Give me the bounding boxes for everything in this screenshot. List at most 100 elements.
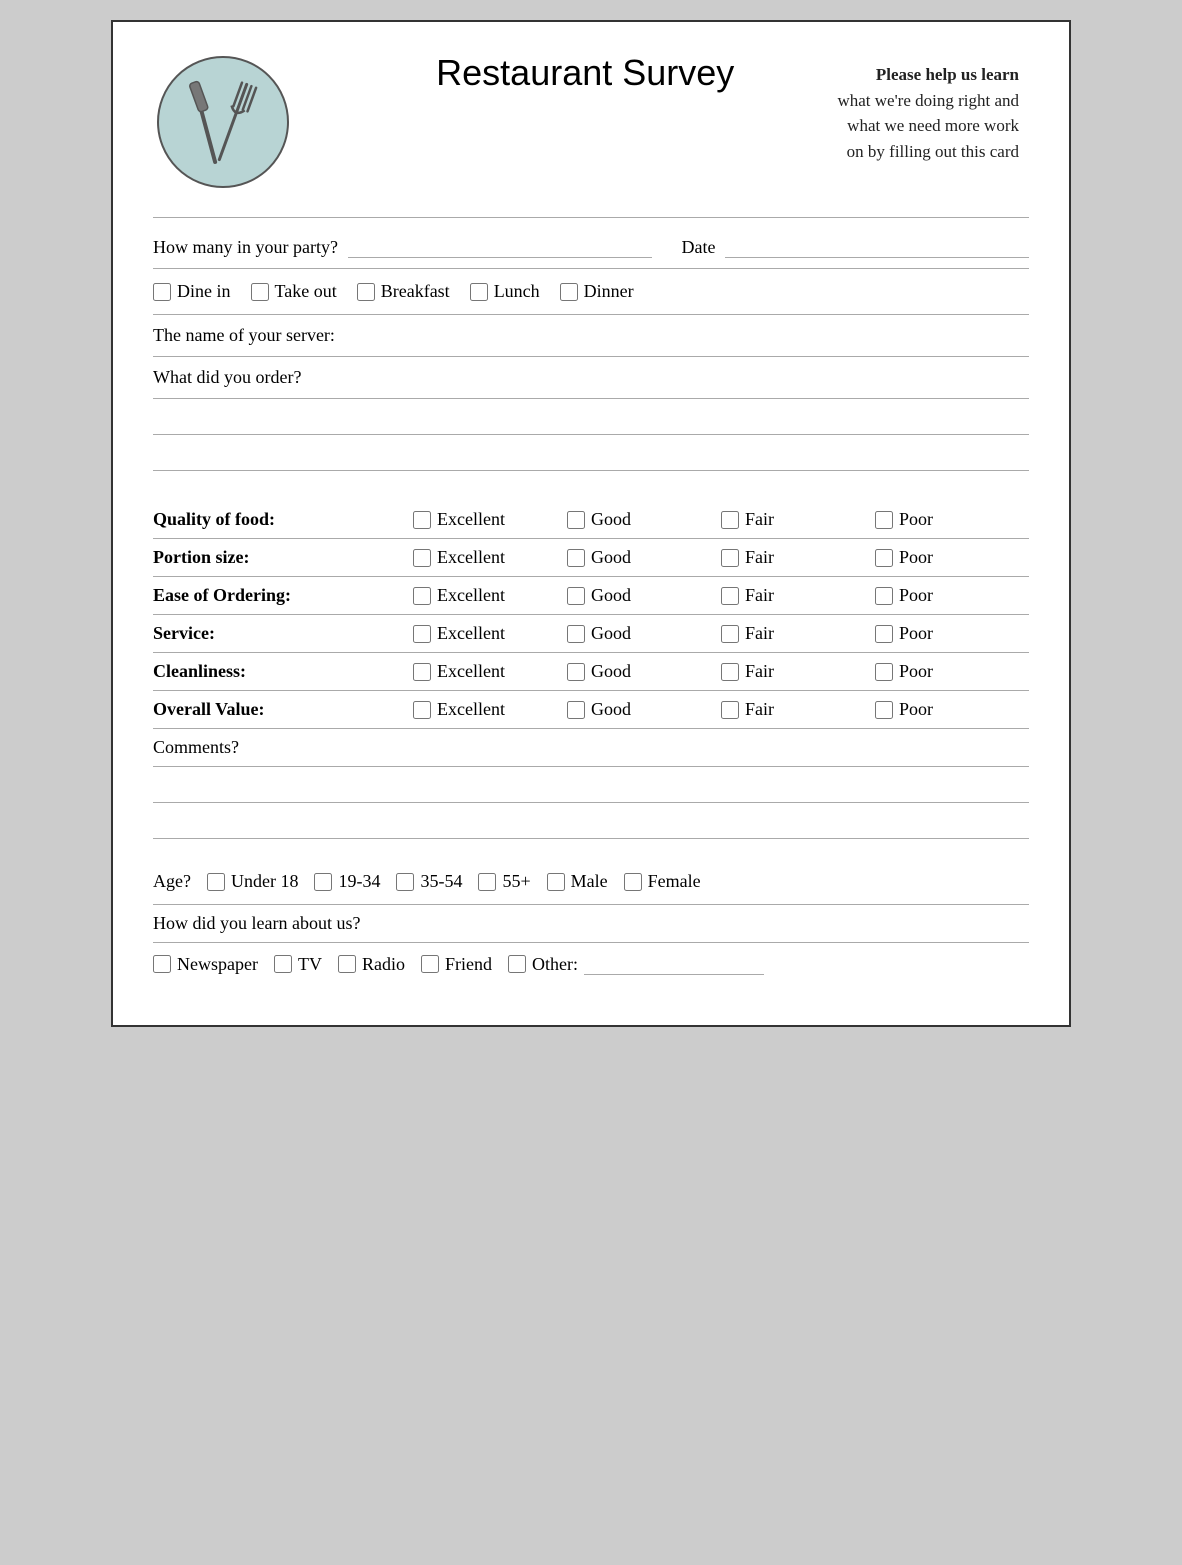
gender-female[interactable]: Female (624, 871, 701, 892)
party-date-row: How many in your party? Date (153, 226, 1029, 269)
ordering-fair-cb[interactable] (721, 587, 739, 605)
ordering-poor-cb[interactable] (875, 587, 893, 605)
learn-input[interactable] (370, 913, 1029, 934)
cb-take-out-input[interactable] (251, 283, 269, 301)
portion-good-cb[interactable] (567, 549, 585, 567)
rating-portion-options: Excellent Good Fair Poor (413, 547, 1029, 568)
portion-fair[interactable]: Fair (721, 547, 875, 568)
age-35-54[interactable]: 35-54 (396, 871, 462, 892)
service-good[interactable]: Good (567, 623, 721, 644)
clean-fair-cb[interactable] (721, 663, 739, 681)
tagline-area: Please help us learn what we're doing ri… (837, 52, 1029, 164)
rating-portion-label: Portion size: (153, 547, 413, 568)
ordering-excellent[interactable]: Excellent (413, 585, 567, 606)
age-19-34[interactable]: 19-34 (314, 871, 380, 892)
ordering-poor[interactable]: Poor (875, 585, 1029, 606)
food-excellent-cb[interactable] (413, 511, 431, 529)
source-friend-cb[interactable] (421, 955, 439, 973)
source-other-input[interactable] (584, 953, 764, 975)
source-newspaper[interactable]: Newspaper (153, 954, 258, 975)
value-poor-cb[interactable] (875, 701, 893, 719)
service-fair-cb[interactable] (721, 625, 739, 643)
rating-service-label: Service: (153, 623, 413, 644)
food-poor[interactable]: Poor (875, 509, 1029, 530)
value-excellent-cb[interactable] (413, 701, 431, 719)
food-poor-cb[interactable] (875, 511, 893, 529)
ordering-good-cb[interactable] (567, 587, 585, 605)
clean-poor-cb[interactable] (875, 663, 893, 681)
clean-good-cb[interactable] (567, 663, 585, 681)
gender-male[interactable]: Male (547, 871, 608, 892)
source-friend[interactable]: Friend (421, 954, 492, 975)
cb-dinner[interactable]: Dinner (560, 281, 634, 302)
value-fair-cb[interactable] (721, 701, 739, 719)
blank-line-2 (153, 435, 1029, 471)
clean-excellent-cb[interactable] (413, 663, 431, 681)
age-19-34-cb[interactable] (314, 873, 332, 891)
party-input[interactable] (348, 236, 652, 258)
cb-breakfast[interactable]: Breakfast (357, 281, 450, 302)
service-excellent-cb[interactable] (413, 625, 431, 643)
clean-excellent[interactable]: Excellent (413, 661, 567, 682)
source-newspaper-label: Newspaper (177, 954, 258, 975)
cb-breakfast-input[interactable] (357, 283, 375, 301)
clean-poor[interactable]: Poor (875, 661, 1029, 682)
cb-dinner-input[interactable] (560, 283, 578, 301)
gender-male-cb[interactable] (547, 873, 565, 891)
order-label: What did you order? (153, 367, 301, 388)
ordering-fair[interactable]: Fair (721, 585, 875, 606)
age-under18[interactable]: Under 18 (207, 871, 298, 892)
age-35-54-cb[interactable] (396, 873, 414, 891)
comments-row: Comments? (153, 729, 1029, 767)
service-poor[interactable]: Poor (875, 623, 1029, 644)
ordering-good[interactable]: Good (567, 585, 721, 606)
gender-female-cb[interactable] (624, 873, 642, 891)
age-55plus[interactable]: 55+ (478, 871, 530, 892)
rating-value: Overall Value: Excellent Good Fair Poor (153, 691, 1029, 729)
cb-take-out[interactable]: Take out (251, 281, 337, 302)
food-good-cb[interactable] (567, 511, 585, 529)
source-newspaper-cb[interactable] (153, 955, 171, 973)
food-fair[interactable]: Fair (721, 509, 875, 530)
cb-dine-in-input[interactable] (153, 283, 171, 301)
portion-excellent[interactable]: Excellent (413, 547, 567, 568)
portion-good[interactable]: Good (567, 547, 721, 568)
comments-input[interactable] (249, 737, 1029, 758)
rating-value-options: Excellent Good Fair Poor (413, 699, 1029, 720)
value-excellent[interactable]: Excellent (413, 699, 567, 720)
portion-fair-cb[interactable] (721, 549, 739, 567)
food-excellent[interactable]: Excellent (413, 509, 567, 530)
source-radio-cb[interactable] (338, 955, 356, 973)
portion-poor-cb[interactable] (875, 549, 893, 567)
age-55plus-label: 55+ (502, 871, 530, 892)
service-fair[interactable]: Fair (721, 623, 875, 644)
ordering-excellent-cb[interactable] (413, 587, 431, 605)
food-good[interactable]: Good (567, 509, 721, 530)
clean-fair[interactable]: Fair (721, 661, 875, 682)
food-fair-cb[interactable] (721, 511, 739, 529)
value-good[interactable]: Good (567, 699, 721, 720)
rating-ordering: Ease of Ordering: Excellent Good Fair Po… (153, 577, 1029, 615)
portion-poor[interactable]: Poor (875, 547, 1029, 568)
cb-dine-in[interactable]: Dine in (153, 281, 231, 302)
service-poor-cb[interactable] (875, 625, 893, 643)
age-under18-cb[interactable] (207, 873, 225, 891)
order-input[interactable] (311, 365, 1029, 390)
cb-lunch[interactable]: Lunch (470, 281, 540, 302)
service-excellent[interactable]: Excellent (413, 623, 567, 644)
spacer-2 (153, 839, 1029, 859)
value-poor[interactable]: Poor (875, 699, 1029, 720)
source-tv-cb[interactable] (274, 955, 292, 973)
portion-excellent-cb[interactable] (413, 549, 431, 567)
source-other-cb[interactable] (508, 955, 526, 973)
age-55plus-cb[interactable] (478, 873, 496, 891)
source-radio[interactable]: Radio (338, 954, 405, 975)
value-good-cb[interactable] (567, 701, 585, 719)
server-input[interactable] (345, 323, 1029, 348)
service-good-cb[interactable] (567, 625, 585, 643)
date-input[interactable] (725, 236, 1029, 258)
clean-good[interactable]: Good (567, 661, 721, 682)
source-tv[interactable]: TV (274, 954, 322, 975)
value-fair[interactable]: Fair (721, 699, 875, 720)
cb-lunch-input[interactable] (470, 283, 488, 301)
